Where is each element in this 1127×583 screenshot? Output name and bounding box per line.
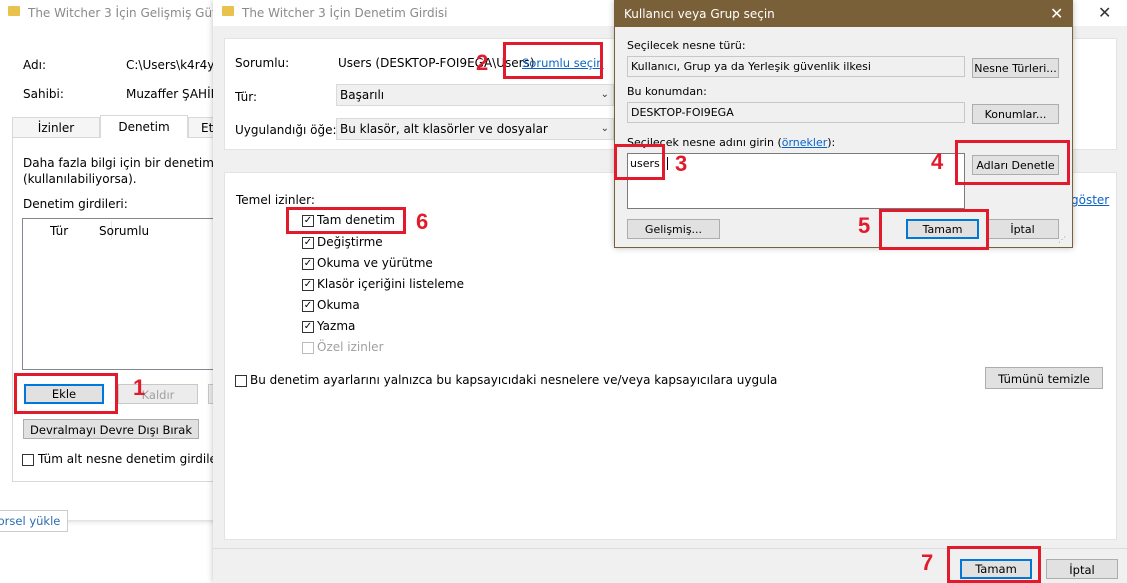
perm-write-checkbox[interactable]: ✓ xyxy=(302,321,314,333)
entries-list[interactable]: Tür Sorumlu xyxy=(22,218,222,370)
advanced-button[interactable]: Gelişmiş... xyxy=(627,219,720,239)
principal-label: Sorumlu: xyxy=(235,56,290,70)
window-title: The Witcher 3 İçin Denetim Girdisi xyxy=(242,6,448,20)
tab-auditing-label: Denetim xyxy=(118,120,170,134)
apply-only-label: Bu denetim ayarlarını yalnızca bu kapsay… xyxy=(250,373,778,387)
annotation-box-3 xyxy=(614,144,665,180)
info-text-line2: (kullanılabiliyorsa). xyxy=(23,172,137,186)
name-label: Adı: xyxy=(23,58,46,72)
perm-read-execute-checkbox[interactable]: ✓ xyxy=(302,258,314,270)
basic-permissions-label: Temel izinler: xyxy=(236,193,315,207)
annotation-number-3: 3 xyxy=(675,151,688,176)
chevron-down-icon: ⌄ xyxy=(600,89,609,100)
perm-special-checkbox[interactable] xyxy=(302,342,314,354)
info-text-line1: Daha fazla bilgi için bir denetim girdi xyxy=(23,156,245,170)
disable-inheritance-button[interactable]: Devralmayı Devre Dışı Bırak xyxy=(23,419,199,439)
text-cursor xyxy=(667,157,668,170)
annotation-number-7: 7 xyxy=(921,550,934,575)
cancel-button[interactable]: İptal xyxy=(1046,559,1118,579)
annotation-box-4 xyxy=(955,140,1070,185)
resize-grip-icon[interactable]: ⋰ xyxy=(1058,235,1066,244)
replace-all-checkbox[interactable] xyxy=(22,454,34,466)
tab-auditing[interactable]: Denetim xyxy=(100,115,188,138)
annotation-number-5: 5 xyxy=(858,213,871,238)
annotation-box-1 xyxy=(14,373,118,414)
advanced-security-window: The Witcher 3 İçin Gelişmiş Güvenlik Adı… xyxy=(0,0,248,520)
clear-all-button[interactable]: Tümünü temizle xyxy=(985,367,1103,389)
load-partial-label: orsel yükle xyxy=(0,514,61,528)
select-user-dialog: Kullanıcı veya Grup seçin ✕ Seçilecek ne… xyxy=(614,0,1073,248)
locations-button[interactable]: Konumlar... xyxy=(972,104,1059,124)
perm-read-checkbox[interactable]: ✓ xyxy=(302,300,314,312)
perm-write-label: Yazma xyxy=(317,319,356,333)
object-type-label: Seçilecek nesne türü: xyxy=(627,39,746,52)
perm-special-label: Özel izinler xyxy=(317,340,384,354)
perm-modify-checkbox[interactable]: ✓ xyxy=(302,237,314,249)
owner-label: Sahibi: xyxy=(23,87,64,101)
examples-link[interactable]: örnekler xyxy=(782,136,828,149)
tab-permissions-label: İzinler xyxy=(37,121,75,135)
applies-to-select[interactable]: Bu klasör, alt klasörler ve dosyalar ⌄ xyxy=(336,118,614,140)
owner-value: Muzaffer ŞAHİN xyxy=(126,87,220,101)
load-partial-button[interactable]: orsel yükle xyxy=(0,510,68,532)
object-type-field: Kullanıcı, Grup ya da Yerleşik güvenlik … xyxy=(627,56,965,77)
annotation-number-1: 1 xyxy=(133,375,146,400)
type-select-value: Başarılı xyxy=(340,88,385,102)
show-advanced-link[interactable]: göster xyxy=(1071,193,1109,207)
perm-list-folder-checkbox[interactable]: ✓ xyxy=(302,279,314,291)
annotation-number-4: 4 xyxy=(931,149,944,174)
annotation-number-6: 6 xyxy=(416,209,429,234)
annotation-box-7 xyxy=(947,546,1041,583)
tab-effective-label: Et xyxy=(201,121,214,135)
perm-read-label: Okuma xyxy=(317,298,360,312)
dialog-cancel-button[interactable]: İptal xyxy=(986,219,1059,239)
location-label: Bu konumdan: xyxy=(627,85,707,98)
enter-names-suffix: ): xyxy=(827,136,836,149)
column-header-type[interactable]: Tür xyxy=(50,224,68,238)
object-types-button[interactable]: Nesne Türleri... xyxy=(972,58,1059,78)
tab-permissions[interactable]: İzinler xyxy=(12,117,100,137)
chevron-down-icon: ⌄ xyxy=(600,123,609,134)
location-field: DESKTOP-FOI9EGA xyxy=(627,102,965,123)
type-label: Tür: xyxy=(235,90,258,104)
dialog-title: Kullanıcı veya Grup seçin xyxy=(624,7,775,21)
folder-icon xyxy=(8,6,20,16)
annotation-box-6 xyxy=(286,207,406,234)
perm-read-execute-label: Okuma ve yürütme xyxy=(317,256,433,270)
apply-only-checkbox[interactable] xyxy=(235,375,247,387)
replace-all-label: Tüm alt nesne denetim girdilerini xyxy=(38,452,237,466)
annotation-box-2 xyxy=(503,42,603,79)
column-header-principal[interactable]: Sorumlu xyxy=(99,224,149,238)
remove-button[interactable]: Kaldır xyxy=(118,384,198,404)
close-icon[interactable]: ✕ xyxy=(1098,3,1111,22)
applies-to-select-value: Bu klasör, alt klasörler ve dosyalar xyxy=(340,122,548,136)
type-select[interactable]: Başarılı ⌄ xyxy=(336,84,614,106)
folder-icon xyxy=(222,6,234,16)
perm-modify-label: Değiştirme xyxy=(317,235,383,249)
applies-to-label: Uygulandığı öğe: xyxy=(235,123,337,137)
annotation-number-2: 2 xyxy=(476,50,489,75)
annotation-box-5 xyxy=(879,209,989,250)
close-icon[interactable]: ✕ xyxy=(1050,4,1063,23)
entries-label: Denetim girdileri: xyxy=(23,197,128,211)
perm-list-folder-label: Klasör içeriğini listeleme xyxy=(317,277,464,291)
